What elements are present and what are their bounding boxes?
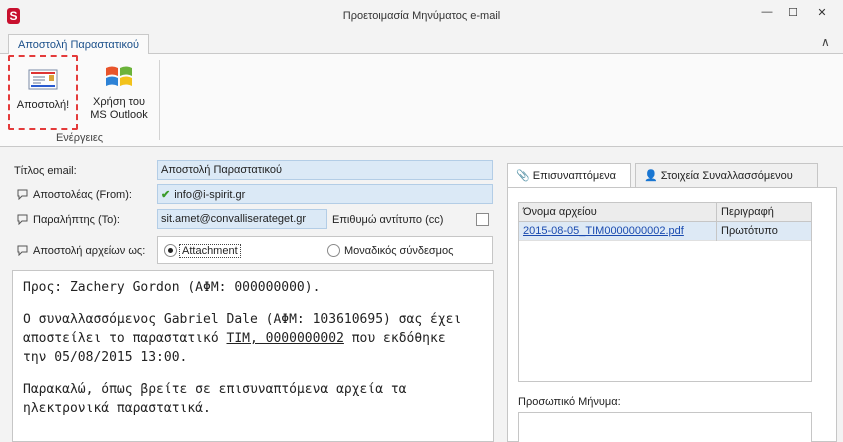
email-form: Τίτλος email: Αποστολή Παραστατικού Αποσ…	[0, 147, 843, 442]
use-outlook-button[interactable]: Χρήση του MS Outlook	[83, 60, 155, 130]
ribbon-group-label: Ενέργειες	[55, 132, 104, 144]
outlook-label-line1: Χρήση του	[93, 96, 145, 108]
verified-check-icon: ✔	[161, 189, 171, 201]
column-header-filename[interactable]: Όνομα αρχείου	[523, 206, 597, 218]
maximize-button[interactable]: ☐	[781, 6, 805, 26]
column-divider	[716, 203, 717, 241]
from-value: info@i-spirit.gr	[174, 189, 246, 201]
tab-send-document[interactable]: Αποστολή Παραστατικού	[8, 34, 149, 55]
tab-party-details[interactable]: 👤 Στοιχεία Συναλλασσόμενου	[635, 163, 818, 187]
personal-message-label: Προσωπικό Μήνυμα:	[518, 396, 621, 408]
attachments-panel: Όνομα αρχείου Περιγραφή 2015-08-05_TIM00…	[507, 187, 837, 442]
person-icon: 👤	[644, 170, 658, 182]
title-bar: S Προετοιμασία Μηνύματος e-mail — ☐ ✕	[0, 0, 843, 32]
outlook-label-line2: MS Outlook	[90, 109, 148, 121]
message-text: που εκδόθηκε	[343, 331, 446, 346]
right-panel-tabs: 📎 Επισυναπτόμενα 👤 Στοιχεία Συναλλασσόμε…	[507, 163, 837, 188]
grid-header: Όνομα αρχείου Περιγραφή	[519, 203, 811, 222]
message-text: Παρακαλώ, όπως βρείτε σε επισυναπτόμενα …	[23, 382, 407, 397]
attachment-file-link[interactable]: 2015-08-05_TIM0000000002.pdf	[523, 225, 684, 237]
cc-checkbox[interactable]	[476, 213, 489, 226]
send-files-options: Attachment Μοναδικός σύνδεσμος	[157, 236, 493, 264]
cc-label: Επιθυμώ αντίτυπο (cc)	[332, 214, 444, 226]
from-label: Αποστολέας (From):	[33, 189, 132, 201]
ribbon-group-divider	[159, 60, 160, 140]
window-title: Προετοιμασία Μηνύματος e-mail	[342, 10, 501, 22]
message-text: Ο συναλλασσόμενος Gabriel Dale (ΑΦΜ: 103…	[23, 312, 462, 327]
personal-message-field[interactable]	[518, 412, 812, 442]
tab-attachments[interactable]: 📎 Επισυναπτόμενα	[507, 163, 631, 188]
message-text: την 05/08/2015 13:00.	[23, 350, 188, 365]
envelope-icon	[28, 69, 58, 90]
send-button[interactable]: Αποστολή!	[8, 55, 78, 130]
from-field[interactable]: ✔ info@i-spirit.gr	[157, 184, 493, 204]
tab-attachments-label: Επισυναπτόμενα	[532, 170, 616, 182]
attachment-radio[interactable]	[164, 244, 177, 257]
paperclip-icon: 📎	[516, 170, 530, 182]
ribbon-tab-bar: Αποστολή Παραστατικού ∧	[0, 32, 843, 55]
message-paragraph: Παρακαλώ, όπως βρείτε σε επισυναπτόμενα …	[23, 380, 483, 418]
column-header-description[interactable]: Περιγραφή	[721, 206, 774, 218]
attachment-description: Πρωτότυπο	[721, 225, 778, 237]
unique-link-radio[interactable]	[327, 244, 340, 257]
ribbon: Αποστολή! Χρήση του MS Outlook Ενέργειες	[0, 54, 843, 147]
message-recipient-line: Προς: Zachery Gordon (ΑΦΜ: 000000000).	[23, 280, 321, 295]
ribbon-collapse-icon[interactable]: ∧	[821, 35, 835, 49]
send-button-label: Αποστολή!	[16, 99, 70, 111]
send-files-label: Αποστολή αρχείων ως:	[33, 245, 146, 257]
unique-link-option-label[interactable]: Μοναδικός σύνδεσμος	[344, 245, 453, 257]
document-reference-link[interactable]: ΤΙΜ, 0000000002	[227, 331, 344, 346]
message-paragraph: Ο συναλλασσόμενος Gabriel Dale (ΑΦΜ: 103…	[23, 310, 483, 367]
attachments-grid: Όνομα αρχείου Περιγραφή 2015-08-05_TIM00…	[518, 202, 812, 382]
email-title-field[interactable]: Αποστολή Παραστατικού	[157, 160, 493, 180]
speech-bubble-icon	[17, 214, 28, 225]
to-label: Παραλήπτης (To):	[33, 214, 120, 226]
attachment-option-label[interactable]: Attachment	[179, 244, 241, 258]
to-field[interactable]: sit.amet@convalliserateget.gr	[157, 209, 327, 229]
email-title-label: Τίτλος email:	[14, 165, 77, 177]
close-button[interactable]: ✕	[810, 6, 834, 26]
speech-bubble-icon	[17, 245, 28, 256]
speech-bubble-icon	[17, 189, 28, 200]
message-body[interactable]: Προς: Zachery Gordon (ΑΦΜ: 000000000). Ο…	[12, 270, 494, 442]
minimize-button[interactable]: —	[755, 6, 779, 26]
message-text: ηλεκτρονικά παραστατικά.	[23, 401, 211, 416]
message-text: αποστείλει το παραστατικό	[23, 331, 227, 346]
tab-party-details-label: Στοιχεία Συναλλασσόμενου	[660, 170, 793, 182]
table-row[interactable]: 2015-08-05_TIM0000000002.pdf Πρωτότυπο	[519, 222, 811, 241]
windows-logo-icon	[106, 66, 132, 86]
